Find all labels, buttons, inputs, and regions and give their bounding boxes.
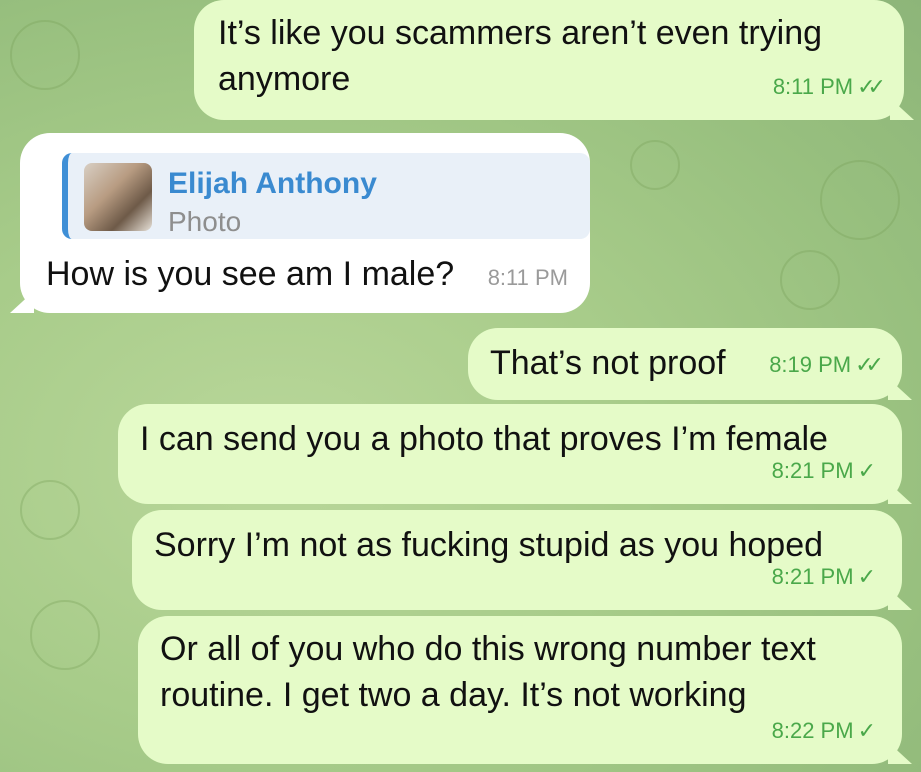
- reply-content-type: Photo: [168, 206, 242, 237]
- reply-photo-thumbnail: [84, 163, 152, 231]
- message-meta: 8:11 PM ✓✓: [772, 64, 886, 110]
- message-text: I can send you a photo that proves I’m f…: [140, 420, 828, 458]
- message-text: Or all of you who do this wrong number t…: [160, 630, 816, 714]
- background-doodle: [630, 140, 680, 190]
- background-doodle: [820, 160, 900, 240]
- single-check-icon: ✓: [857, 564, 876, 589]
- message-text: It’s like you scammers aren’t even tryin…: [218, 14, 823, 98]
- message-bubble-outgoing[interactable]: I can send you a photo that proves I’m f…: [118, 404, 902, 504]
- message-bubble-outgoing[interactable]: Or all of you who do this wrong number t…: [138, 616, 902, 764]
- single-check-icon: ✓: [857, 458, 876, 483]
- message-meta: 8:21 PM ✓: [772, 554, 876, 600]
- message-time: 8:21 PM: [771, 458, 854, 483]
- message-meta: 8:11 PM: [488, 255, 568, 301]
- message-meta: 8:21 PM ✓: [772, 448, 876, 494]
- message-meta: 8:19 PM ✓✓: [769, 342, 884, 388]
- message-bubble-outgoing[interactable]: That’s not proof 8:19 PM ✓✓: [468, 328, 902, 400]
- double-check-icon: ✓✓: [855, 352, 884, 377]
- message-text: That’s not proof: [490, 344, 726, 382]
- double-check-icon: ✓✓: [857, 74, 886, 99]
- message-text: Sorry I’m not as fucking stupid as you h…: [154, 526, 824, 564]
- message-bubble-incoming[interactable]: Elijah Anthony Photo How is you see am I…: [20, 133, 590, 313]
- message-text: How is you see am I male?: [46, 255, 455, 293]
- message-time: 8:22 PM: [771, 718, 854, 743]
- background-doodle: [30, 600, 100, 670]
- message-bubble-outgoing[interactable]: Sorry I’m not as fucking stupid as you h…: [132, 510, 902, 610]
- message-time: 8:11 PM: [487, 265, 568, 290]
- reply-preview[interactable]: Elijah Anthony Photo: [62, 153, 590, 239]
- message-time: 8:21 PM: [771, 564, 854, 589]
- single-check-icon: ✓: [857, 718, 876, 743]
- background-doodle: [10, 20, 80, 90]
- message-time: 8:19 PM: [769, 352, 852, 377]
- background-doodle: [780, 250, 840, 310]
- background-doodle: [20, 480, 80, 540]
- message-meta: 8:22 PM ✓: [772, 708, 876, 754]
- message-time: 8:11 PM: [772, 74, 854, 99]
- message-bubble-outgoing[interactable]: It’s like you scammers aren’t even tryin…: [194, 0, 904, 120]
